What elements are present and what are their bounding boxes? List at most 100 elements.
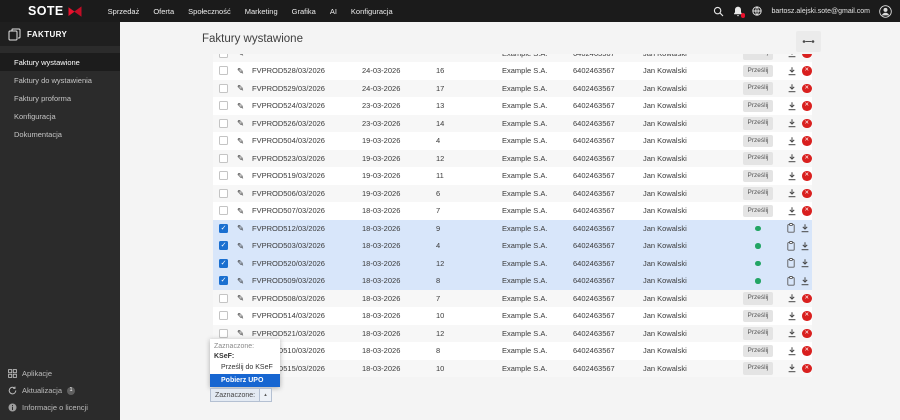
sidebar-item-konfiguracja[interactable]: Konfiguracja: [0, 107, 120, 125]
download-icon[interactable]: [800, 223, 810, 233]
clipboard-icon[interactable]: [787, 275, 795, 286]
row-checkbox[interactable]: [219, 118, 228, 128]
search-icon[interactable]: [713, 6, 724, 17]
table-row[interactable]: ✎ FVPROD507/03/2026 18-03-2026 7 Example…: [213, 202, 812, 220]
table-row[interactable]: ✓ ✎ FVPROD520/03/2026 18-03-2026 12 Exam…: [213, 254, 812, 272]
edit-icon[interactable]: ✎: [237, 241, 244, 251]
download-icon[interactable]: [787, 66, 797, 76]
row-checkbox[interactable]: [219, 206, 228, 216]
delete-icon[interactable]: ✕: [802, 101, 812, 111]
download-icon[interactable]: [787, 293, 797, 303]
user-email[interactable]: bartosz.alejski.sote@gmail.com: [771, 8, 870, 15]
delete-icon[interactable]: ✕: [802, 188, 812, 198]
send-to-ksef-button[interactable]: Prześlij: [742, 187, 774, 200]
download-icon[interactable]: [787, 54, 797, 58]
send-to-ksef-button[interactable]: Prześlij: [742, 54, 774, 60]
table-row[interactable]: ✎ FVPROD514/03/2026 18-03-2026 10 Exampl…: [213, 307, 812, 325]
table-row[interactable]: ✎ Example S.A. 6402463567 Jan Kowalski P…: [213, 54, 812, 62]
table-row[interactable]: ✎ FVPROD504/03/2026 19-03-2026 4 Example…: [213, 132, 812, 150]
menu-item-oferta[interactable]: Oferta: [153, 7, 174, 16]
delete-icon[interactable]: ✕: [802, 328, 812, 338]
send-to-ksef-button[interactable]: Prześlij: [742, 117, 774, 130]
table-row[interactable]: ✓ ✎ FVPROD512/03/2026 18-03-2026 9 Examp…: [213, 219, 812, 237]
row-checkbox[interactable]: [219, 311, 228, 321]
delete-icon[interactable]: ✕: [802, 363, 812, 373]
edit-icon[interactable]: ✎: [237, 206, 244, 216]
send-to-ksef-button[interactable]: Prześlij: [742, 204, 774, 217]
edit-icon[interactable]: ✎: [237, 54, 244, 58]
menu-item-konfiguracja[interactable]: Konfiguracja: [351, 7, 393, 16]
row-checkbox[interactable]: ✓: [219, 276, 228, 286]
edit-icon[interactable]: ✎: [237, 171, 244, 181]
download-icon[interactable]: [787, 101, 797, 111]
sidebar-item-faktury-wystawione[interactable]: Faktury wystawione: [0, 53, 120, 71]
edit-icon[interactable]: ✎: [237, 66, 244, 76]
delete-icon[interactable]: ✕: [802, 66, 812, 76]
sidebar-item-aplikacje[interactable]: Aplikacje: [0, 365, 120, 382]
row-checkbox[interactable]: [219, 328, 228, 338]
user-avatar-icon[interactable]: [879, 4, 892, 18]
edit-icon[interactable]: ✎: [237, 84, 244, 93]
delete-icon[interactable]: ✕: [802, 346, 812, 356]
row-checkbox[interactable]: ✓: [219, 258, 228, 268]
table-options-button[interactable]: [796, 31, 821, 52]
row-checkbox[interactable]: [219, 136, 228, 146]
edit-icon[interactable]: ✎: [237, 311, 244, 321]
edit-icon[interactable]: ✎: [237, 136, 244, 146]
send-to-ksef-button[interactable]: Prześlij: [742, 99, 774, 112]
menu-item-ai[interactable]: AI: [330, 7, 337, 16]
download-icon[interactable]: [787, 363, 797, 373]
download-icon[interactable]: [787, 136, 797, 146]
sote-logo[interactable]: SOTE: [28, 4, 82, 18]
edit-icon[interactable]: ✎: [237, 276, 244, 286]
menu-item-sprzedaz[interactable]: Sprzedaż: [108, 7, 140, 16]
download-icon[interactable]: [787, 206, 797, 216]
sidebar-item-faktury-proforma[interactable]: Faktury proforma: [0, 89, 120, 107]
row-checkbox[interactable]: [219, 171, 228, 181]
table-row[interactable]: ✓ ✎ FVPROD509/03/2026 18-03-2026 8 Examp…: [213, 272, 812, 290]
table-row[interactable]: ✎ FVPROD521/03/2026 18-03-2026 12 Exampl…: [213, 324, 812, 342]
delete-icon[interactable]: ✕: [802, 136, 812, 146]
send-to-ksef-button[interactable]: Prześlij: [742, 292, 774, 305]
table-row[interactable]: ✎ FVPROD506/03/2026 19-03-2026 6 Example…: [213, 184, 812, 202]
menu-item-grafika[interactable]: Grafika: [292, 7, 316, 16]
send-to-ksef-button[interactable]: Prześlij: [742, 362, 774, 375]
download-icon[interactable]: [800, 241, 810, 251]
delete-icon[interactable]: ✕: [802, 54, 812, 58]
notifications-bell-icon[interactable]: [733, 6, 746, 18]
send-to-ksef-button[interactable]: Prześlij: [742, 309, 774, 322]
delete-icon[interactable]: ✕: [802, 118, 812, 128]
row-checkbox[interactable]: ✓: [219, 241, 228, 251]
row-checkbox[interactable]: [219, 83, 228, 93]
table-row[interactable]: ✎ FVPROD529/03/2026 24-03-2026 17 Exampl…: [213, 79, 812, 97]
row-checkbox[interactable]: [219, 54, 228, 58]
row-checkbox[interactable]: [219, 153, 228, 163]
sidebar-item-aktualizacja[interactable]: Aktualizacja 1: [0, 382, 120, 399]
edit-icon[interactable]: ✎: [237, 119, 244, 128]
edit-icon[interactable]: ✎: [237, 329, 244, 338]
clipboard-icon[interactable]: [787, 223, 795, 233]
delete-icon[interactable]: ✕: [802, 293, 812, 303]
edit-icon[interactable]: ✎: [237, 154, 244, 163]
send-to-ksef-button[interactable]: Prześlij: [742, 82, 774, 95]
edit-icon[interactable]: ✎: [237, 294, 244, 303]
edit-icon[interactable]: ✎: [237, 259, 244, 268]
table-row[interactable]: ✓ ✎ FVPROD503/03/2026 18-03-2026 4 Examp…: [213, 237, 812, 255]
popup-item-pobierz-upo[interactable]: Pobierz UPO: [210, 374, 280, 387]
delete-icon[interactable]: ✕: [802, 206, 812, 216]
row-checkbox[interactable]: [219, 101, 228, 111]
table-row[interactable]: ✎ FVPROD524/03/2026 23-03-2026 13 Exampl…: [213, 97, 812, 115]
send-to-ksef-button[interactable]: Prześlij: [742, 64, 774, 77]
clipboard-icon[interactable]: [787, 258, 795, 268]
sidebar-item-dokumentacja[interactable]: Dokumentacja: [0, 125, 120, 143]
bulk-select[interactable]: Zaznaczone: ▴: [210, 388, 272, 402]
download-icon[interactable]: [787, 118, 797, 128]
download-icon[interactable]: [787, 83, 797, 93]
edit-icon[interactable]: ✎: [237, 101, 244, 111]
send-to-ksef-button[interactable]: Prześlij: [742, 327, 774, 340]
delete-icon[interactable]: ✕: [802, 171, 812, 181]
download-icon[interactable]: [800, 276, 810, 286]
edit-icon[interactable]: ✎: [237, 189, 244, 198]
row-checkbox[interactable]: [219, 66, 228, 76]
download-icon[interactable]: [787, 171, 797, 181]
